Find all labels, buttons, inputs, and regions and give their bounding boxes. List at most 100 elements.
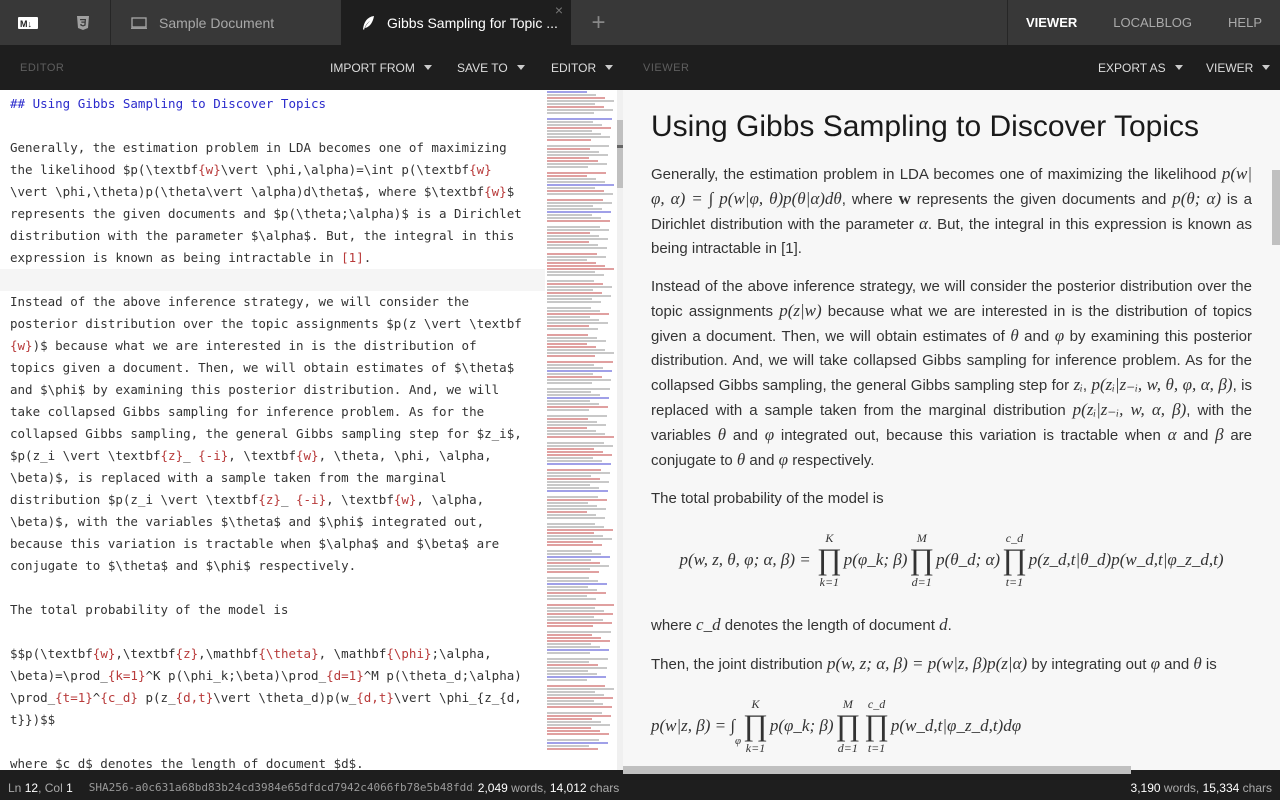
editor-line[interactable]: ## Using Gibbs Sampling to Discover Topi…	[10, 93, 545, 115]
editor-minimap[interactable]	[545, 90, 617, 770]
editor-line[interactable]: posterior distribution over the topic as…	[10, 313, 545, 335]
tab-gibbs-sampling[interactable]: Gibbs Sampling for Topic ... ×	[341, 0, 571, 45]
minimap-line	[547, 361, 613, 363]
editor-line[interactable]	[0, 269, 545, 291]
editor-line[interactable]: conjugate to $\theta$ and $\phi$ respect…	[10, 555, 545, 577]
minimap-line	[547, 307, 591, 309]
new-tab-button[interactable]: +	[571, 0, 626, 45]
editor-line[interactable]: {w})$ because what we are interested in …	[10, 335, 545, 357]
editor-line[interactable]: \beta)$, with the variables $\theta$ and…	[10, 511, 545, 533]
nav-help[interactable]: HELP	[1210, 0, 1280, 45]
minimap-line	[547, 175, 587, 177]
editor-line[interactable]	[10, 115, 545, 137]
editor-line[interactable]: t}})$$	[10, 709, 545, 731]
minimap-line	[547, 688, 614, 690]
caret-down-icon	[1262, 65, 1271, 70]
minimap-line	[547, 316, 590, 318]
editor-line[interactable]	[10, 731, 545, 753]
nav-viewer[interactable]: VIEWER	[1008, 0, 1095, 45]
export-as-menu[interactable]: EXPORT AS	[1098, 45, 1183, 90]
minimap-line	[547, 442, 604, 444]
minimap-line	[547, 430, 596, 432]
minimap-line	[547, 193, 613, 195]
minimap-line	[547, 556, 610, 558]
minimap-line	[547, 427, 587, 429]
minimap-line	[547, 739, 599, 741]
editor-line[interactable]: distribution with the parameter $\alpha$…	[10, 225, 545, 247]
editor-line[interactable]: \beta)=\prod_{k=1}^K p(\phi_k;\beta)\pro…	[10, 665, 545, 687]
minimap-line	[547, 523, 595, 525]
minimap-line	[547, 559, 591, 561]
minimap-line	[547, 211, 611, 213]
minimap-line	[547, 553, 601, 555]
minimap-line	[547, 289, 593, 291]
minimap-line	[547, 127, 611, 129]
minimap-line	[547, 100, 614, 102]
minimap-line	[547, 235, 599, 237]
editor-line[interactable]: \prod_{t=1}^{c_d} p(z_{d,t}\vert \theta_…	[10, 687, 545, 709]
editor-line[interactable]: and $\phi$ by examining this posterior d…	[10, 379, 545, 401]
viewer-menu[interactable]: VIEWER	[1206, 45, 1271, 90]
editor-line[interactable]: $$p(\textbf{w},\textbf{z},\mathbf{\theta…	[10, 643, 545, 665]
preview-horizontal-scrollbar[interactable]	[623, 766, 1131, 774]
editor-line[interactable]: Generally, the estimation problem in LDA…	[10, 137, 545, 159]
html-mode-button[interactable]	[55, 0, 110, 45]
minimap-line	[547, 469, 601, 471]
close-tab-icon[interactable]: ×	[555, 2, 563, 18]
editor-line[interactable]: collapsed Gibbs sampling, the general Gi…	[10, 423, 545, 445]
minimap-line	[547, 445, 613, 447]
markdown-mode-button[interactable]: M↓	[0, 0, 55, 45]
editor-line[interactable]: take collapsed Gibbs sampling for infere…	[10, 401, 545, 423]
minimap-line	[547, 280, 594, 282]
editor-line[interactable]: expression is known as being intractable…	[10, 247, 545, 269]
preview-pane: Using Gibbs Sampling to Discover Topics …	[623, 90, 1280, 770]
editor-line[interactable]: Instead of the above inference strategy,…	[10, 291, 545, 313]
math-inline: α	[918, 214, 928, 233]
editor-line[interactable]: topics given a document. Then, we will o…	[10, 357, 545, 379]
minimap-line	[547, 151, 599, 153]
editor-line[interactable]	[10, 577, 545, 599]
minimap-line	[547, 301, 601, 303]
tab-sample-document[interactable]: Sample Document	[111, 0, 341, 45]
minimap-line	[547, 160, 598, 162]
editor-line[interactable]: where $c_d$ denotes the length of docume…	[10, 753, 545, 770]
editor-line[interactable]: The total probability of the model is	[10, 599, 545, 621]
minimap-line	[547, 295, 611, 297]
minimap-line	[547, 136, 610, 138]
minimap-line	[547, 700, 594, 702]
product-symbol: M ∏ d=1	[909, 531, 935, 589]
display-equation: p(w, z, θ, φ; α, β) = K ∏ k=1 p(φ_k; β) M ∏…	[679, 531, 1224, 589]
minimap-line	[547, 478, 600, 480]
import-from-menu[interactable]: IMPORT FROM	[330, 45, 432, 90]
minimap-line	[547, 508, 606, 510]
editor-line[interactable]: the likelihood $p(\textbf{w}\vert \phi,\…	[10, 159, 545, 181]
editor-line[interactable]: represents the given documents and $p(\t…	[10, 203, 545, 225]
editor-line[interactable]: because this variation is tractable when…	[10, 533, 545, 555]
minimap-line	[547, 310, 600, 312]
minimap-line	[547, 730, 600, 732]
editor-line[interactable]: \beta)$, is replaced with a sample taken…	[10, 467, 545, 489]
markdown-editor[interactable]: ## Using Gibbs Sampling to Discover Topi…	[0, 90, 545, 770]
minimap-line	[547, 145, 609, 147]
editor-line[interactable]: $p(z_i \vert \textbf{z}_ {-i}, \textbf{w…	[10, 445, 545, 467]
minimap-line	[547, 568, 590, 570]
minimap-line	[547, 637, 601, 639]
editor-line[interactable]: \vert \phi,\theta)p(\theta\vert \alpha)d…	[10, 181, 545, 203]
minimap-line	[547, 580, 598, 582]
minimap-line	[547, 148, 590, 150]
editor-menu[interactable]: EDITOR	[551, 45, 614, 90]
minimap-line	[547, 433, 605, 435]
minimap-line	[547, 172, 606, 174]
preview-vertical-scrollbar[interactable]	[1272, 170, 1280, 245]
nav-localblog[interactable]: LOCALBLOG	[1095, 0, 1210, 45]
save-to-menu[interactable]: SAVE TO	[457, 45, 525, 90]
minimap-line	[547, 457, 593, 459]
editor-line[interactable]	[10, 621, 545, 643]
minimap-line	[547, 712, 602, 714]
minimap-line	[547, 610, 604, 612]
minimap-line	[547, 673, 597, 675]
caret-down-icon	[423, 65, 432, 70]
editor-line[interactable]: distribution $p(z_i \vert \textbf{z}_ {-…	[10, 489, 545, 511]
minimap-line	[547, 619, 603, 621]
math-inline: w	[898, 189, 911, 208]
